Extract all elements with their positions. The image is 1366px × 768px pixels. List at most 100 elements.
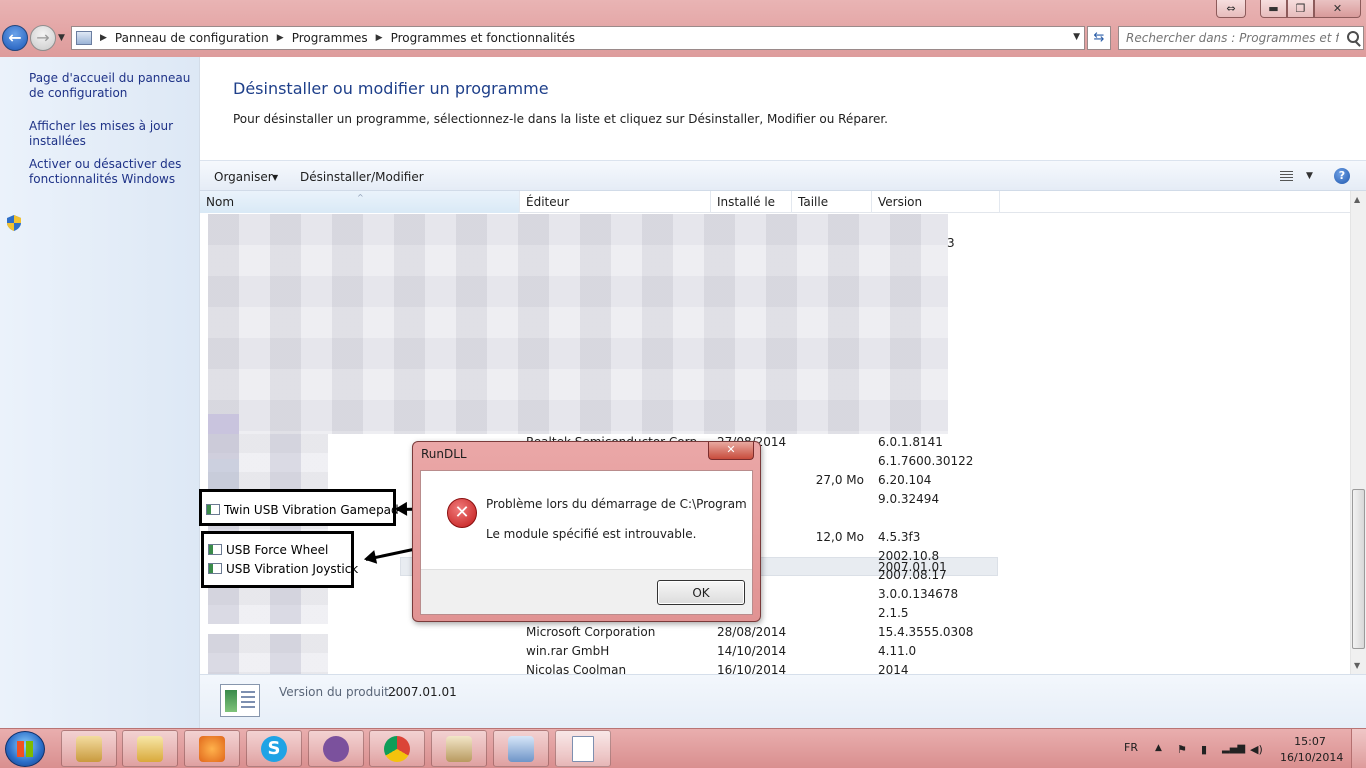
breadcrumb-programmes-fonctionnalites[interactable]: Programmes et fonctionnalités — [391, 31, 575, 45]
table-row[interactable]: 14 6.1.7600.30122 — [200, 452, 1350, 471]
scroll-up-icon[interactable]: ▲ — [1354, 195, 1360, 204]
breadcrumb-panneau[interactable]: Panneau de configuration — [115, 31, 269, 45]
column-taille[interactable]: Taille — [792, 191, 872, 213]
clock-time[interactable]: 15:07 — [1280, 735, 1340, 748]
list-item[interactable]: Twin USB Vibration Gamepad — [206, 500, 399, 519]
page-description: Pour désinstaller un programme, sélectio… — [233, 112, 888, 126]
table-row[interactable]: Nicolas Coolman 16/10/2014 2014 — [200, 661, 1350, 674]
program-icon — [220, 684, 260, 717]
help-icon[interactable]: ? — [1334, 168, 1350, 184]
cell-editeur: Microsoft Corporation — [526, 625, 656, 639]
error-message: Problème lors du démarrage de C:\Program — [486, 497, 747, 511]
rundll-dialog: RunDLL ✕ ✕ Problème lors du démarrage de… — [412, 441, 761, 622]
window-titlebar: ⇔ ▬ ❐ ✕ ← → ▼ ▶ Panneau de configuration… — [0, 0, 1366, 57]
recent-pages-dropdown[interactable]: ▼ — [58, 33, 65, 43]
cell-date: 16/10/2014 — [717, 663, 787, 674]
taskbar-explorer[interactable] — [122, 730, 178, 767]
dialog-body: ✕ Problème lors du démarrage de C:\Progr… — [420, 470, 753, 615]
network-signal-icon[interactable]: ▂▄▆ — [1222, 743, 1245, 754]
vertical-scrollbar[interactable]: ▲ ▼ — [1350, 191, 1366, 674]
taskbar-programs[interactable] — [493, 730, 549, 767]
taskbar-control-panel[interactable] — [61, 730, 117, 767]
volume-icon[interactable]: ◀) — [1250, 743, 1263, 756]
organize-menu[interactable]: Organiser — [214, 170, 273, 184]
show-hidden-icons-icon[interactable]: ▲ — [1155, 743, 1162, 753]
search-box[interactable] — [1118, 26, 1364, 50]
table-row[interactable]: 14 3.0.0.134678 — [200, 585, 1350, 604]
page-title: Désinstaller ou modifier un programme — [233, 79, 549, 98]
list-item[interactable]: USB Force Wheel — [208, 540, 328, 559]
breadcrumb-separator: ▶ — [276, 33, 284, 43]
column-header: Nom ^ Éditeur Installé le Taille Version — [200, 191, 1350, 213]
table-row[interactable]: 14 12,0 Mo 4.5.3f3 — [200, 528, 1350, 547]
program-name: USB Force Wheel — [226, 542, 329, 557]
battery-icon[interactable]: ▮ — [1201, 743, 1207, 756]
link-fonctionnalites-windows[interactable]: Activer ou désactiver des fonctionnalité… — [29, 157, 194, 187]
search-input[interactable] — [1119, 27, 1339, 49]
taskbar-skype[interactable]: S — [246, 730, 302, 767]
program-list[interactable]: 3 Realtek Semiconductor Corp. 27/08/2014… — [200, 214, 1350, 674]
error-detail: Le module spécifié est introuvable. — [486, 527, 697, 541]
cell-date: 28/08/2014 — [717, 625, 787, 639]
taskbar-scanner[interactable] — [431, 730, 487, 767]
language-indicator[interactable]: FR — [1124, 741, 1138, 754]
dialog-footer: OK — [421, 569, 752, 614]
taskbar-viber[interactable] — [308, 730, 364, 767]
refresh-button[interactable]: ⇆ — [1087, 26, 1111, 50]
cell-date: 14/10/2014 — [717, 644, 787, 658]
list-item[interactable]: USB Vibration Joystick — [208, 559, 358, 578]
cell-version: 9.0.32494 — [878, 492, 940, 506]
cell-version: 15.4.3555.0308 — [878, 625, 974, 639]
table-row[interactable]: 14 2.1.5 — [200, 604, 1350, 623]
table-row[interactable]: 14 27,0 Mo 6.20.104 — [200, 471, 1350, 490]
details-pane: Version du produit : 2007.01.01 — [200, 674, 1366, 728]
shield-icon — [7, 215, 21, 231]
cell-taille: 27,0 Mo — [815, 473, 864, 487]
start-button[interactable] — [5, 731, 45, 767]
column-installe-le[interactable]: Installé le — [711, 191, 792, 213]
table-row[interactable]: win.rar GmbH 14/10/2014 4.11.0 — [200, 642, 1350, 661]
ok-button[interactable]: OK — [657, 580, 745, 605]
resize-arrows-icon[interactable]: ⇔ — [1216, 0, 1246, 18]
address-bar[interactable]: ▶ Panneau de configuration ▶ Programmes … — [71, 26, 1085, 50]
organize-dropdown-icon[interactable]: ▼ — [272, 173, 278, 182]
taskbar-document[interactable] — [555, 730, 611, 767]
address-dropdown-icon[interactable]: ▼ — [1073, 32, 1080, 42]
link-mises-a-jour[interactable]: Afficher les mises à jour installées — [29, 119, 194, 149]
command-bar: Organiser ▼ Désinstaller/Modifier ▼ ? — [200, 160, 1366, 191]
table-row[interactable]: Realtek Semiconductor Corp. 27/08/2014 6… — [200, 433, 1350, 452]
cell-version: 2.1.5 — [878, 606, 909, 620]
maximize-button[interactable]: ❐ — [1287, 0, 1314, 18]
dialog-close-button[interactable]: ✕ — [708, 442, 754, 460]
main-pane: Désinstaller ou modifier un programme Po… — [200, 57, 1366, 728]
taskbar-media-player[interactable] — [184, 730, 240, 767]
column-version[interactable]: Version — [872, 191, 1000, 213]
file-explorer-icon — [137, 735, 163, 762]
show-desktop-button[interactable] — [1351, 729, 1366, 768]
minimize-button[interactable]: ▬ — [1260, 0, 1287, 18]
view-details-icon[interactable] — [1280, 171, 1293, 182]
link-panneau-accueil[interactable]: Page d'accueil du panneau de configurati… — [29, 71, 194, 101]
taskbar-chrome[interactable] — [369, 730, 425, 767]
document-icon — [572, 735, 594, 762]
breadcrumb-programmes[interactable]: Programmes — [292, 31, 368, 45]
program-icon — [208, 563, 222, 574]
action-center-flag-icon[interactable]: ⚑ — [1177, 743, 1187, 756]
program-icon — [208, 544, 222, 555]
scroll-down-icon[interactable]: ▼ — [1354, 661, 1360, 670]
forward-button[interactable]: → — [30, 25, 56, 51]
uninstall-modify-button[interactable]: Désinstaller/Modifier — [300, 170, 424, 184]
cell-version: 4.11.0 — [878, 644, 917, 658]
column-nom[interactable]: Nom ^ — [200, 191, 520, 213]
cell-version: 6.1.7600.30122 — [878, 454, 974, 468]
close-window-button[interactable]: ✕ — [1314, 0, 1361, 18]
clock-date[interactable]: 16/10/2014 — [1280, 751, 1343, 764]
table-row[interactable]: Microsoft Corporation 28/08/2014 15.4.35… — [200, 623, 1350, 642]
cell-version: 6.20.104 — [878, 473, 932, 487]
search-icon[interactable] — [1347, 31, 1359, 43]
back-button[interactable]: ← — [2, 25, 28, 51]
column-editeur[interactable]: Éditeur — [520, 191, 711, 213]
table-row[interactable]: 14 2007.08.17 — [200, 566, 1350, 585]
view-dropdown-icon[interactable]: ▼ — [1306, 171, 1313, 181]
scrollbar-thumb[interactable] — [1352, 489, 1365, 649]
